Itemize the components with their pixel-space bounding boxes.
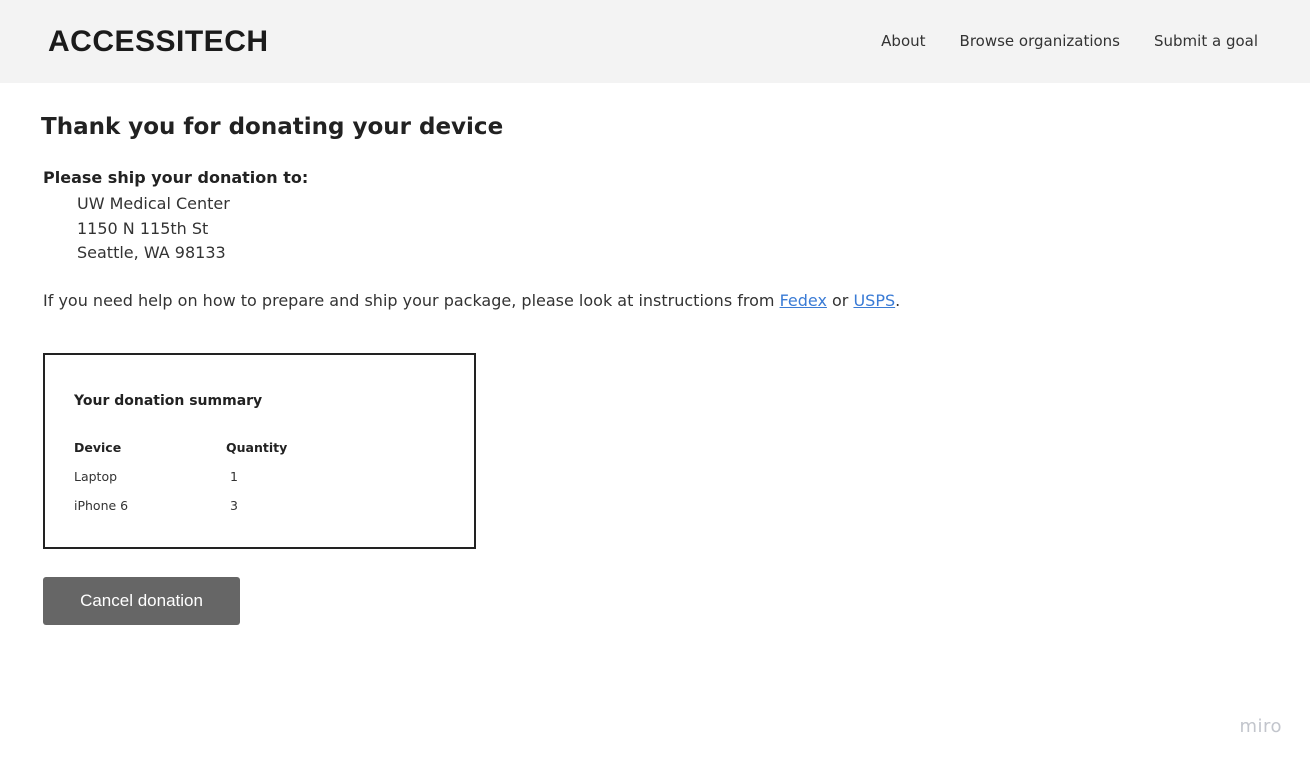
row-2-quantity: 3 xyxy=(230,498,238,513)
row-1-device: Laptop xyxy=(74,469,118,484)
address-line-2: 1150 N 115th St xyxy=(77,218,209,238)
address-line-3: Seattle, WA 98133 xyxy=(77,243,226,262)
nav-submit-goal-link[interactable]: Submit a goal xyxy=(1154,31,1258,51)
row-2-device: iPhone 6 xyxy=(74,498,129,513)
page-title: Thank you for donating your device xyxy=(41,114,504,140)
shipping-help-text: If you need help on how to prepare and s… xyxy=(43,290,900,312)
row-1-quantity: 1 xyxy=(230,469,238,484)
nav-about-link[interactable]: About xyxy=(881,31,925,51)
summary-title: Your donation summary xyxy=(74,393,263,409)
nav-browse-organizations-link[interactable]: Browse organizations xyxy=(960,31,1120,51)
address-line-1: UW Medical Center xyxy=(77,194,230,213)
header-bar: ACCESSITECH About Browse organizations S… xyxy=(0,0,1310,83)
ship-label: Please ship your donation to: xyxy=(43,168,309,187)
help-suffix: . xyxy=(895,291,901,310)
help-prefix: If you need help on how to prepare and s… xyxy=(43,291,780,310)
miro-watermark: miro xyxy=(1239,716,1282,737)
cancel-donation-button[interactable]: Cancel donation xyxy=(43,577,240,625)
donation-summary-card: Your donation summary Device Quantity La… xyxy=(43,353,476,549)
column-header-device: Device xyxy=(74,440,122,455)
help-middle: or xyxy=(826,291,854,310)
logo[interactable]: ACCESSITECH xyxy=(48,24,269,60)
shipping-address: UW Medical Center 1150 N 115th St Seattl… xyxy=(77,192,230,266)
top-nav: About Browse organizations Submit a goal xyxy=(881,31,1258,51)
column-header-quantity: Quantity xyxy=(226,440,288,455)
fedex-link[interactable]: Fedex xyxy=(780,291,827,310)
usps-link[interactable]: USPS xyxy=(853,291,895,310)
